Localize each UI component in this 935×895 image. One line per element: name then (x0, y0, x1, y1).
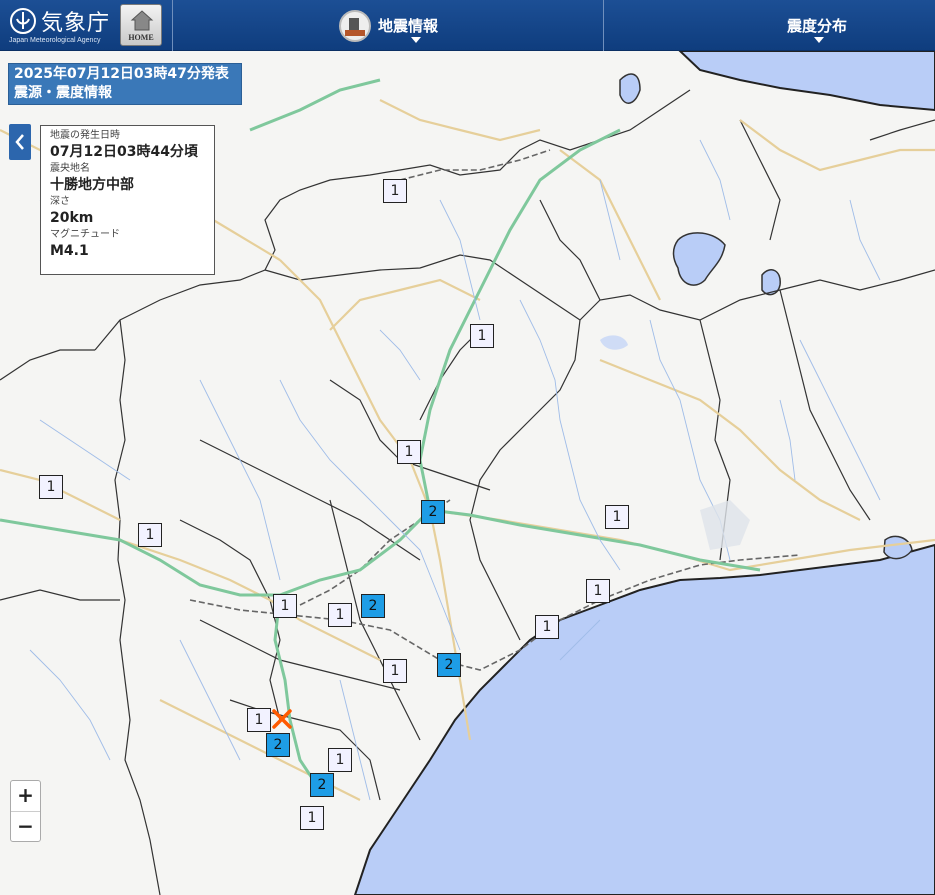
zoom-in-button[interactable]: + (11, 781, 40, 811)
chevron-down-icon (411, 37, 421, 43)
intensity-marker[interactable]: 1 (328, 748, 352, 772)
report-title-banner: 2025年07月12日03時47分発表 震源・震度情報 (8, 63, 242, 105)
magnitude-value: M4.1 (50, 243, 89, 259)
chevron-left-icon (15, 134, 24, 150)
intensity-marker[interactable]: 1 (138, 523, 162, 547)
home-button[interactable]: HOME (120, 4, 162, 46)
zoom-control: + − (10, 780, 41, 842)
zoom-out-button[interactable]: − (11, 811, 40, 841)
depth-value: 20km (50, 210, 94, 226)
collapse-panel-button[interactable] (9, 124, 31, 160)
report-issued-time: 2025年07月12日03時47分発表 (14, 66, 229, 82)
depth-label: 深さ (50, 196, 70, 207)
intensity-marker[interactable]: 2 (421, 500, 445, 524)
epicenter-region-label: 震央地名 (50, 163, 90, 174)
intensity-marker[interactable]: 2 (266, 733, 290, 757)
magnitude-label: マグニチュード (50, 229, 120, 240)
lake-akan (672, 232, 726, 286)
okhotsk-sea (678, 51, 935, 112)
epicenter-icon (272, 709, 292, 729)
home-label: HOME (128, 33, 154, 42)
pacific-ocean (353, 543, 935, 895)
intensity-marker[interactable]: 1 (328, 603, 352, 627)
nav-intensity-label: 震度分布 (787, 17, 848, 35)
brand-name: 気象庁 (41, 11, 111, 36)
chevron-down-icon (814, 37, 824, 43)
intensity-marker[interactable]: 1 (300, 806, 324, 830)
intensity-marker[interactable]: 1 (383, 659, 407, 683)
intensity-marker[interactable]: 2 (361, 594, 385, 618)
intensity-marker[interactable]: 1 (383, 179, 407, 203)
intensity-marker[interactable]: 1 (247, 708, 271, 732)
nav-earthquake-info[interactable]: 地震情報 (172, 0, 603, 51)
intensity-marker[interactable]: 1 (605, 505, 629, 529)
intensity-marker[interactable]: 2 (437, 653, 461, 677)
jma-logo-icon (10, 8, 36, 34)
lake-furen (619, 73, 641, 104)
report-type: 震源・震度情報 (14, 85, 112, 101)
header-bar: 気象庁 Japan Meteorological Agency HOME 地震情… (0, 0, 935, 51)
brand-name-en: Japan Meteorological Agency (9, 37, 101, 44)
epicenter-region-value: 十勝地方中部 (50, 177, 134, 193)
home-icon (130, 10, 154, 31)
occurrence-time-label: 地震の発生日時 (50, 130, 120, 141)
intensity-marker[interactable]: 1 (470, 324, 494, 348)
intensity-marker[interactable]: 2 (310, 773, 334, 797)
earthquake-icon (339, 10, 371, 42)
intensity-marker[interactable]: 1 (586, 579, 610, 603)
jma-brand[interactable]: 気象庁 Japan Meteorological Agency HOME (0, 0, 172, 51)
intensity-marker[interactable]: 1 (397, 440, 421, 464)
nav-intensity-distribution[interactable]: 震度分布 (603, 0, 935, 51)
occurrence-time-value: 07月12日03時44分頃 (50, 144, 198, 160)
intensity-marker[interactable]: 1 (273, 594, 297, 618)
nav-earthquake-label: 地震情報 (378, 17, 439, 35)
lake-onneto (883, 535, 913, 560)
intensity-marker[interactable]: 1 (535, 615, 559, 639)
earthquake-info-panel: 地震の発生日時 07月12日03時44分頃 震央地名 十勝地方中部 深さ 20k… (40, 125, 215, 275)
intensity-marker[interactable]: 1 (39, 475, 63, 499)
